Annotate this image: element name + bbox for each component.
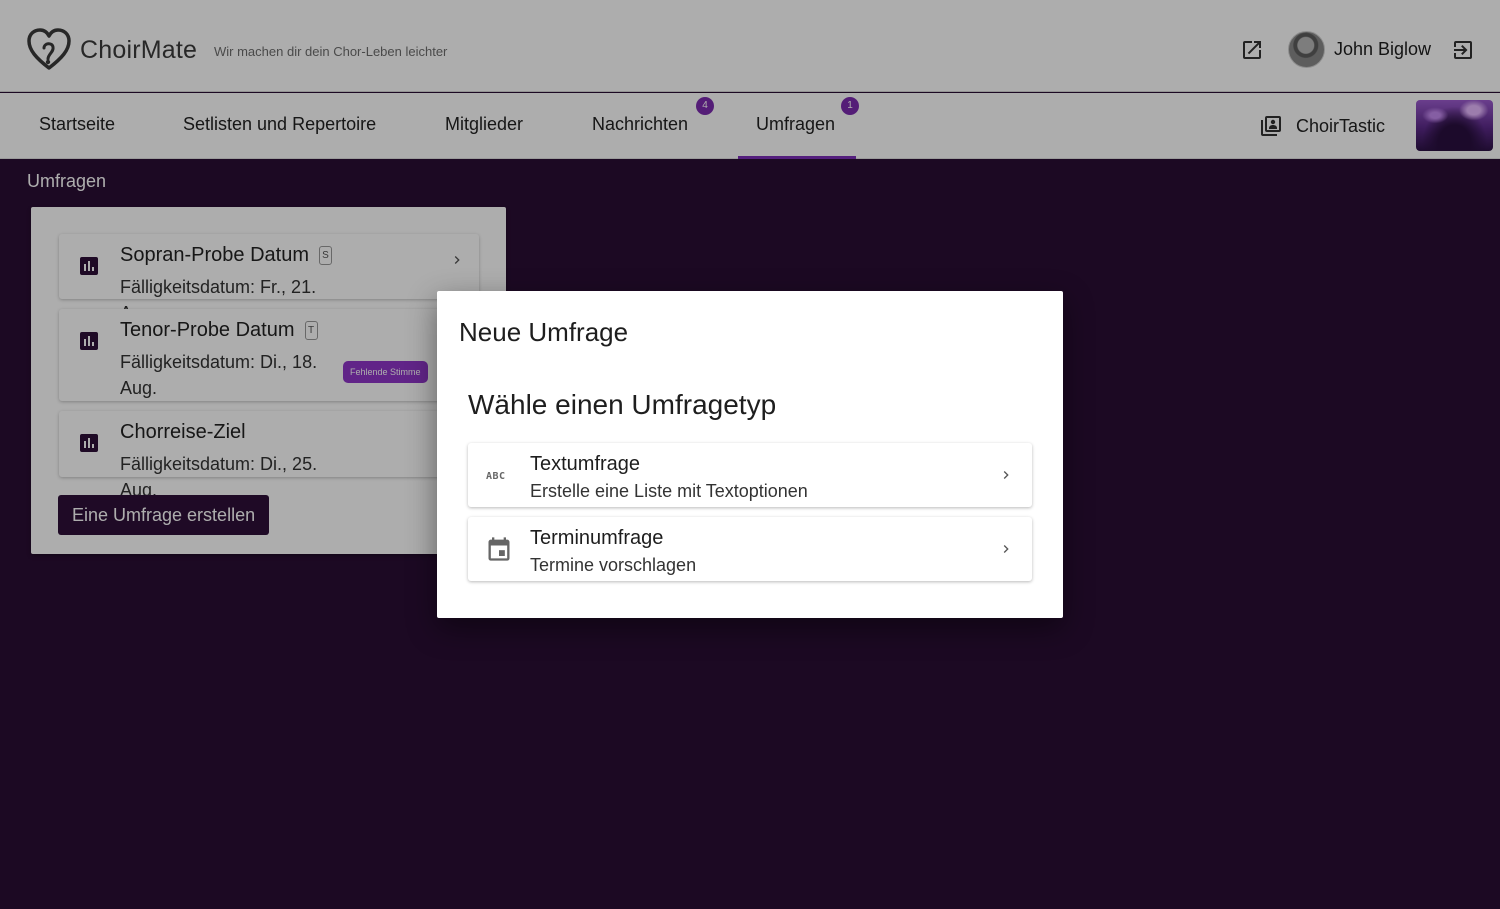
svg-text:ABC: ABC: [486, 471, 506, 482]
abc-icon: ABC: [486, 471, 506, 482]
calendar-icon: [488, 537, 510, 561]
option-title: Terminumfrage: [530, 527, 664, 549]
dialog-title: Neue Umfrage: [459, 317, 629, 347]
dialog-subtitle: Wähle einen Umfragetyp: [468, 389, 777, 420]
chevron-right-icon: [1003, 545, 1009, 553]
date-poll-option[interactable]: Terminumfrage Termine vorschlagen: [468, 517, 1032, 581]
option-description: Erstelle eine Liste mit Textoptionen: [530, 481, 808, 501]
chevron-right-icon: [1003, 471, 1009, 479]
text-poll-option[interactable]: ABC Textumfrage Erstelle eine Liste mit …: [468, 443, 1032, 507]
option-description: Termine vorschlagen: [530, 555, 697, 575]
option-title: Textumfrage: [530, 453, 641, 475]
new-poll-dialog: Neue Umfrage Wähle einen Umfragetyp ABC …: [437, 291, 1063, 618]
